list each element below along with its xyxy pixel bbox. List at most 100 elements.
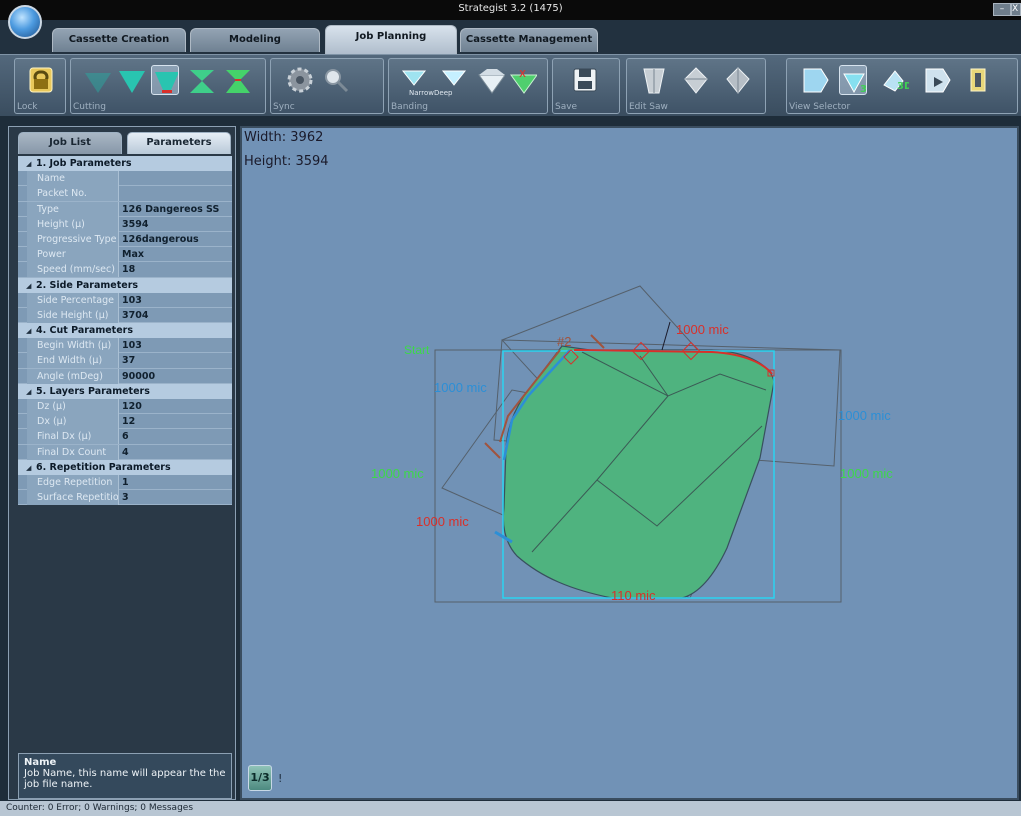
property-value[interactable]: 3594 — [119, 217, 232, 232]
view-3d-icon[interactable]: 3D — [881, 65, 909, 95]
property-value[interactable]: 1 — [119, 475, 232, 490]
property-row[interactable]: Angle (mDeg) 90000 — [18, 368, 232, 384]
property-row[interactable]: Begin Width (µ) 103 — [18, 338, 232, 354]
collapse-triangle-icon[interactable]: ◢ — [26, 461, 36, 476]
property-key: Side Height (µ) — [27, 307, 119, 323]
tab-modeling[interactable]: Modeling — [190, 28, 320, 52]
property-row[interactable]: Speed (mm/sec) 18 — [18, 262, 232, 278]
property-description: Name Job Name, this name will appear the… — [18, 753, 232, 799]
property-row[interactable]: Final Dx (µ) 6 — [18, 429, 232, 445]
property-row[interactable]: Final Dx Count 4 — [18, 444, 232, 460]
lock-icon[interactable] — [27, 65, 55, 95]
saw-edit-3-icon[interactable] — [723, 65, 751, 95]
cut-double-v-icon[interactable] — [223, 65, 251, 95]
property-key: Dz (µ) — [27, 399, 119, 414]
collapse-triangle-icon[interactable]: ◢ — [26, 385, 36, 400]
close-button[interactable]: X — [1011, 3, 1021, 16]
property-section-header[interactable]: ◢ 4. Cut Parameters — [18, 323, 232, 339]
description-title: Name — [24, 757, 57, 768]
save-disk-icon[interactable] — [571, 65, 599, 95]
gem-cut-icon[interactable] — [477, 65, 505, 95]
description-text: Job Name, this name will appear the the … — [24, 768, 226, 790]
top-mic-label: 1000 mic — [676, 322, 729, 337]
cut-v-fill-icon[interactable] — [117, 65, 145, 95]
tab-job-planning[interactable]: Job Planning — [325, 25, 457, 55]
property-value[interactable]: 4 — [119, 445, 232, 460]
view-play-icon[interactable] — [923, 65, 951, 95]
cut-v-shape-icon[interactable] — [83, 65, 111, 95]
property-row[interactable]: Power Max — [18, 247, 232, 263]
property-value[interactable]: 126dangerous — [119, 232, 232, 247]
property-value[interactable]: 126 Dangereos SS — [119, 202, 232, 217]
property-value[interactable]: 90000 — [119, 369, 232, 384]
property-row[interactable]: Side Percentage 103 — [18, 292, 232, 308]
stone-cut-scene[interactable]: Start #2 1000 mic 1000 mic 1000 mic 1000… — [242, 128, 1017, 798]
left-panel: Job List Parameters ◢ 1. Job Parameters Na… — [8, 126, 236, 800]
design-canvas[interactable]: Width: 3962 Height: 3594 Start #2 1000 m… — [240, 126, 1019, 800]
page-selector-mark: ! — [278, 772, 283, 785]
view-gem-3d-icon[interactable]: 3D — [839, 65, 867, 95]
group-cutting: Cutting — [70, 58, 266, 114]
right-blue-mic-label: 1000 mic — [838, 408, 891, 423]
gem-delete-icon[interactable]: x — [509, 65, 537, 95]
collapse-triangle-icon[interactable]: ◢ — [26, 279, 36, 294]
property-key: Surface Repetition — [27, 490, 119, 506]
page-selector-button[interactable]: 1/3 — [248, 765, 272, 791]
group-lock: Lock — [14, 58, 66, 114]
cut-trapezoid-icon[interactable] — [151, 65, 179, 95]
view-film-icon[interactable] — [963, 65, 991, 95]
property-row[interactable]: Progressive Type 126dangerous — [18, 231, 232, 248]
property-value[interactable]: 3 — [119, 490, 232, 505]
property-row[interactable]: Type 126 Dangereos SS — [18, 201, 232, 217]
ribbon-toolbar: Lock Cutting Sync NarrowDeep x Banding S… — [0, 54, 1021, 116]
property-row[interactable]: Height (µ) 3594 — [18, 216, 232, 232]
property-key: Edge Repetition — [27, 474, 119, 490]
property-value[interactable]: 37 — [119, 353, 232, 368]
cut-hourglass-icon[interactable] — [187, 65, 215, 95]
property-row[interactable]: Packet No. — [18, 186, 232, 202]
minimize-button[interactable]: – — [993, 3, 1011, 16]
magnifier-icon[interactable] — [321, 65, 349, 95]
left-red-mic-label: 1000 mic — [416, 514, 469, 529]
property-row[interactable]: Dx (µ) 12 — [18, 414, 232, 430]
tab-cassette-creation[interactable]: Cassette Creation — [52, 28, 186, 52]
property-value[interactable]: 120 — [119, 399, 232, 414]
property-row[interactable]: End Width (µ) 37 — [18, 353, 232, 369]
stone-shape[interactable] — [502, 345, 775, 599]
tab-job-list[interactable]: Job List — [18, 132, 122, 154]
property-value[interactable]: 3704 — [119, 308, 232, 323]
property-key: Angle (mDeg) — [27, 368, 119, 384]
property-key: Type — [27, 201, 119, 217]
saw-edit-2-icon[interactable] — [681, 65, 709, 95]
section-title: 1. Job Parameters — [36, 158, 132, 169]
tab-cassette-management[interactable]: Cassette Management — [460, 28, 598, 52]
red-tick-top — [590, 334, 605, 349]
property-value[interactable]: 12 — [119, 414, 232, 429]
property-section-header[interactable]: ◢ 1. Job Parameters — [18, 156, 232, 172]
tab-parameters[interactable]: Parameters — [127, 132, 231, 154]
property-value[interactable]: 18 — [119, 262, 232, 277]
property-key: Side Percentage — [27, 292, 119, 308]
property-row[interactable]: Edge Repetition 1 — [18, 474, 232, 491]
property-row[interactable]: Surface Repetition 3 — [18, 490, 232, 506]
property-section-header[interactable]: ◢ 2. Side Parameters — [18, 277, 232, 294]
property-row[interactable]: Name — [18, 171, 232, 187]
property-key: Progressive Type — [27, 231, 119, 247]
property-key: Begin Width (µ) — [27, 338, 119, 354]
property-value[interactable]: 6 — [119, 429, 232, 444]
property-section-header[interactable]: ◢ 5. Layers Parameters — [18, 383, 232, 400]
window-title: Strategist 3.2 (1475) — [458, 3, 563, 14]
property-row[interactable]: Dz (µ) 120 — [18, 399, 232, 415]
property-key: Final Dx (µ) — [27, 429, 119, 445]
view-2d-icon[interactable] — [801, 65, 829, 95]
property-value[interactable]: Max — [119, 247, 232, 262]
sync-gear-icon[interactable] — [285, 65, 313, 95]
collapse-triangle-icon[interactable]: ◢ — [26, 157, 36, 172]
property-section-header[interactable]: ◢ 6. Repetition Parameters — [18, 459, 232, 476]
collapse-triangle-icon[interactable]: ◢ — [26, 324, 36, 339]
property-row[interactable]: Side Height (µ) 3704 — [18, 307, 232, 324]
saw-edit-1-icon[interactable] — [639, 65, 667, 95]
app-menu-orb-icon[interactable] — [8, 5, 42, 39]
property-value[interactable]: 103 — [119, 293, 232, 308]
property-value[interactable]: 103 — [119, 338, 232, 353]
